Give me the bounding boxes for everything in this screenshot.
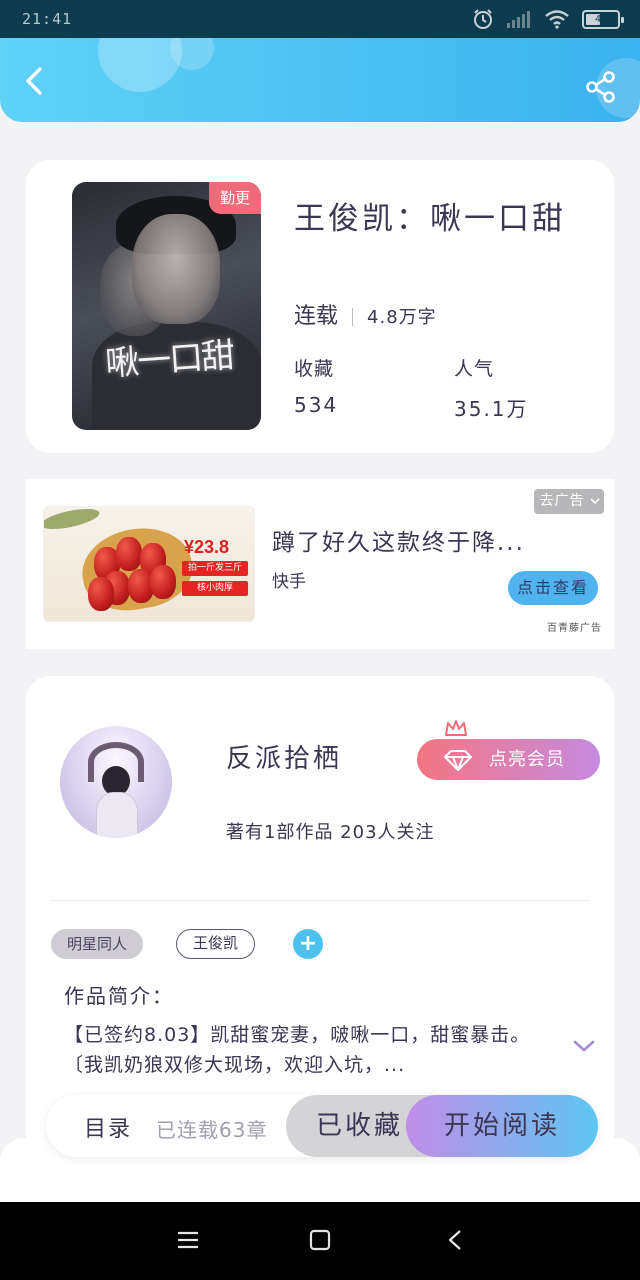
stat-favorites: 收藏 534 xyxy=(294,354,338,417)
book-title: 王俊凯：啾一口甜 xyxy=(294,201,566,237)
ad-image-tag: 拍一斤发三斤 xyxy=(182,561,248,576)
author-name[interactable]: 反派拾栖 xyxy=(226,738,342,775)
chapter-status: 已连载63章 xyxy=(156,1118,268,1142)
author-stats: 著有1部作品 203人关注 xyxy=(226,822,435,843)
signal-icon xyxy=(507,11,530,28)
system-nav-bar xyxy=(0,1202,640,1280)
ad-provider: 百青藤广告 xyxy=(547,623,602,634)
ad-view-button[interactable]: 点击查看 xyxy=(508,571,598,605)
intro-text: 【已签约8.03】凯甜蜜宠妻，啵啾一口，甜蜜暴击。〔我凯奶狼双修大现场，欢迎入坑… xyxy=(64,1024,531,1076)
ad-title[interactable]: 蹲了好久这款终于降... xyxy=(272,523,525,557)
battery-icon: 42 xyxy=(582,9,624,29)
status-time: 21:41 xyxy=(22,10,73,28)
book-info-card: 啾一口甜 勤更 王俊凯：啾一口甜 连载 4.8万字 收藏 534 人气 35.1万 xyxy=(26,160,614,453)
chevron-down-icon xyxy=(590,498,600,505)
share-button[interactable] xyxy=(584,70,618,104)
book-meta: 连载 4.8万字 xyxy=(294,298,437,330)
stat-value: 534 xyxy=(294,393,339,417)
book-status: 连载 xyxy=(294,304,339,329)
menu-icon[interactable] xyxy=(176,1229,200,1251)
ad-image-price: ¥23.8 xyxy=(184,537,230,557)
word-count: 4.8万字 xyxy=(367,307,437,328)
home-square-icon[interactable] xyxy=(308,1229,332,1251)
header-bar xyxy=(0,38,640,122)
stat-popularity: 人气 35.1万 xyxy=(454,354,529,422)
wifi-icon xyxy=(545,10,569,29)
start-reading-button[interactable]: 开始阅读 xyxy=(406,1095,598,1157)
tag-genre[interactable]: 明星同人 xyxy=(51,929,144,959)
stat-value: 35.1万 xyxy=(454,397,529,421)
expand-intro-button[interactable] xyxy=(572,1038,596,1054)
share-icon xyxy=(586,71,615,103)
action-bar: 目录 已连载63章 已收藏 开始阅读 xyxy=(46,1095,598,1157)
plus-icon: + xyxy=(298,931,318,956)
ad-image-tag: 核小肉厚 xyxy=(182,581,248,596)
divider xyxy=(50,900,590,901)
ad-source: 快手 xyxy=(272,572,306,592)
toc-button[interactable]: 目录 xyxy=(84,1111,132,1143)
add-tag-button[interactable]: + xyxy=(293,929,323,959)
stat-label: 收藏 xyxy=(294,358,335,380)
stat-label: 人气 xyxy=(454,358,495,380)
ad-image[interactable]: ¥23.8 拍一斤发三斤 核小肉厚 xyxy=(43,506,255,622)
book-cover[interactable]: 啾一口甜 勤更 xyxy=(72,182,261,430)
back-button[interactable] xyxy=(18,64,52,98)
diamond-icon xyxy=(444,750,472,771)
crown-icon xyxy=(445,720,467,736)
chevron-left-icon xyxy=(26,67,42,95)
chevron-down-icon xyxy=(573,1040,595,1052)
tag-character[interactable]: 王俊凯 xyxy=(176,929,256,959)
remove-ad-button[interactable]: 去广告 xyxy=(533,489,604,514)
vip-label: 点亮会员 xyxy=(489,749,565,770)
back-triangle-icon[interactable] xyxy=(444,1229,468,1251)
status-bar: 21:41 42 xyxy=(0,0,640,38)
remove-ad-label: 去广告 xyxy=(539,493,585,509)
alarm-icon xyxy=(474,9,492,29)
ad-banner[interactable]: ¥23.8 拍一斤发三斤 核小肉厚 蹲了好久这款终于降... 快手 去广告 点击… xyxy=(26,479,614,649)
vip-button[interactable]: 点亮会员 xyxy=(417,739,600,780)
avatar[interactable] xyxy=(60,726,172,838)
update-badge: 勤更 xyxy=(209,182,261,214)
battery-level: 42 xyxy=(594,13,608,25)
intro-label: 作品简介： xyxy=(64,984,174,1008)
